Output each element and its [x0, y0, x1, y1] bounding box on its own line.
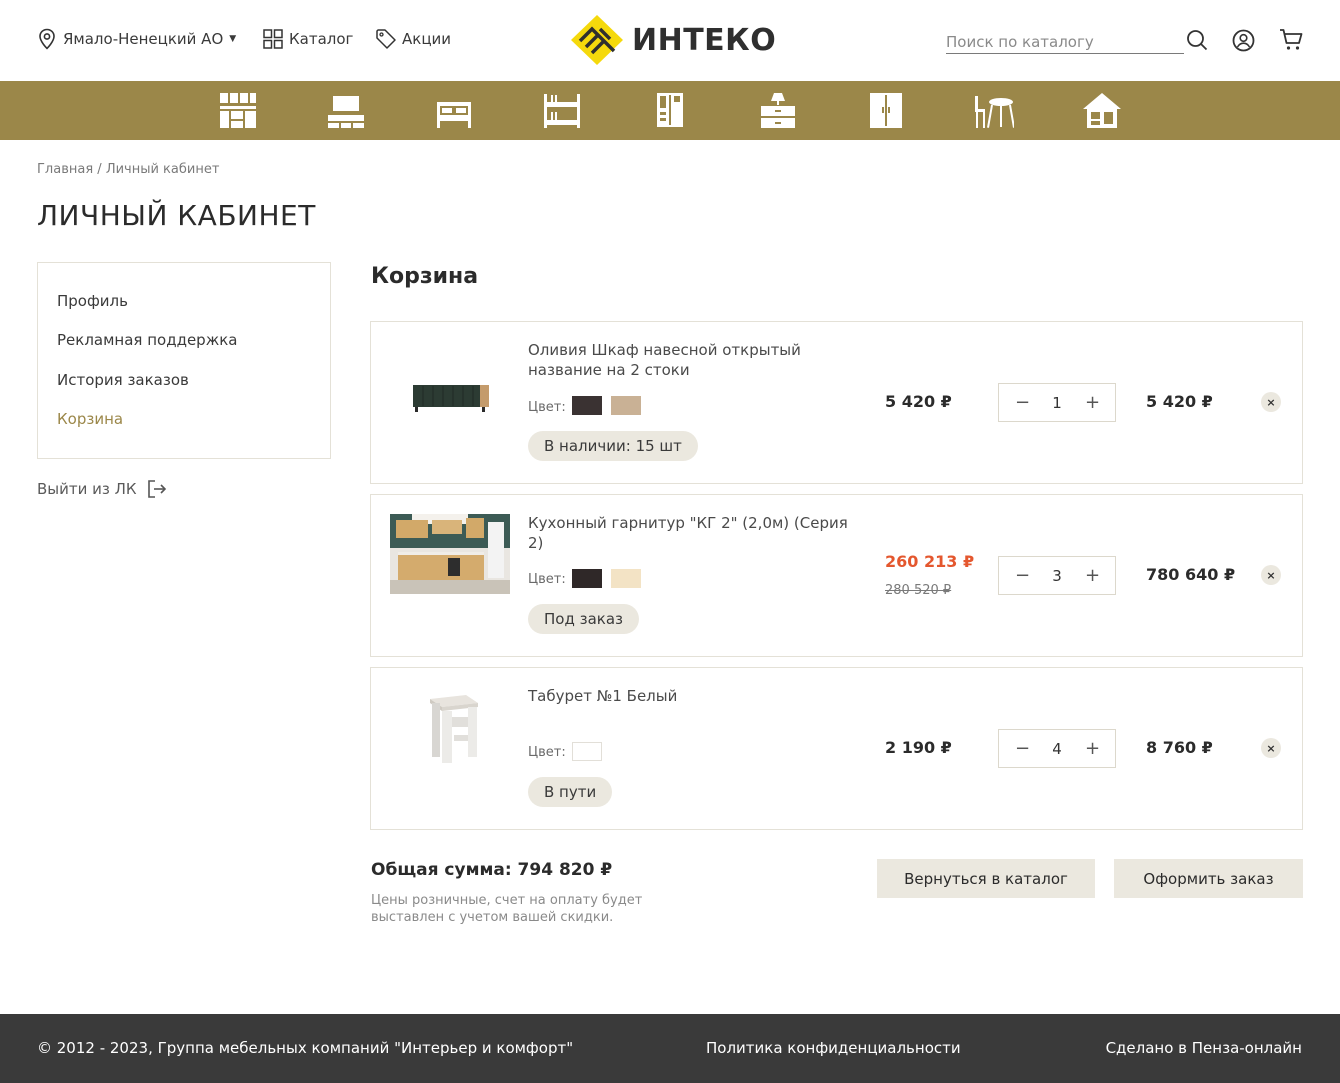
- page-title: ЛИЧНЫЙ КАБИНЕТ: [37, 199, 316, 232]
- privacy-policy-link[interactable]: Политика конфиденциальности: [706, 1039, 961, 1057]
- close-icon: ×: [1266, 741, 1276, 755]
- house-icon[interactable]: [1082, 92, 1122, 130]
- close-icon: ×: [1266, 568, 1276, 582]
- breadcrumb-current: Личный кабинет: [105, 162, 220, 177]
- color-swatch[interactable]: [611, 396, 641, 415]
- color-swatch[interactable]: [572, 742, 602, 761]
- checkout-button[interactable]: Оформить заказ: [1114, 859, 1303, 898]
- cart-item: Кухонный гарнитур "КГ 2" (2,0м) (Серия 2…: [370, 494, 1303, 657]
- color-swatch[interactable]: [572, 396, 602, 415]
- chevron-down-icon: ▼: [229, 34, 237, 44]
- old-price: 280 520 ₽: [885, 583, 952, 598]
- search-icon[interactable]: [1186, 29, 1208, 51]
- sidebar-item-cart[interactable]: Корзина: [57, 408, 330, 447]
- cart-item: Оливия Шкаф навесной открытый название н…: [370, 321, 1303, 484]
- product-name[interactable]: Оливия Шкаф навесной открытый название н…: [528, 340, 858, 380]
- region-selector[interactable]: Ямало-Ненецкий АО ▼: [37, 28, 236, 50]
- color-label: Цвет:: [528, 745, 566, 760]
- sale-price: 260 213 ₽: [885, 552, 975, 571]
- location-pin-icon: [39, 28, 55, 50]
- product-image[interactable]: [390, 360, 510, 440]
- breadcrumb: Главная / Личный кабинет: [37, 162, 219, 177]
- qty-decrease-button[interactable]: −: [1015, 392, 1030, 413]
- tv-stand-icon[interactable]: [326, 92, 366, 130]
- close-icon: ×: [1266, 395, 1276, 409]
- quantity-stepper: − 4 +: [998, 729, 1116, 768]
- qty-value[interactable]: 1: [1052, 394, 1062, 412]
- line-total: 5 420 ₽: [1146, 392, 1213, 411]
- table-chairs-icon[interactable]: [974, 92, 1014, 130]
- price-note: Цены розничные, счет на оплату будет выс…: [371, 893, 643, 925]
- sidebar-item-profile[interactable]: Профиль: [57, 290, 330, 329]
- qty-value[interactable]: 3: [1052, 567, 1062, 585]
- unit-price: 5 420 ₽: [885, 392, 952, 411]
- product-image[interactable]: [390, 687, 510, 767]
- promo-link[interactable]: Акции: [375, 28, 451, 50]
- qty-value[interactable]: 4: [1052, 740, 1062, 758]
- line-total: 8 760 ₽: [1146, 738, 1213, 757]
- user-icon[interactable]: [1232, 29, 1255, 52]
- bunk-bed-icon[interactable]: [542, 92, 582, 130]
- developer-link[interactable]: Сделано в Пенза-онлайн: [1106, 1039, 1302, 1057]
- qty-decrease-button[interactable]: −: [1015, 738, 1030, 759]
- kitchen-icon[interactable]: [218, 92, 258, 130]
- product-name[interactable]: Табурет №1 Белый: [528, 686, 858, 706]
- site-logo[interactable]: ИНТЕКО: [570, 14, 776, 66]
- logo-mark-icon: [571, 15, 623, 65]
- product-image[interactable]: [390, 514, 510, 594]
- site-header: Ямало-Ненецкий АО ▼ Каталог Акции ИНТЕКО: [0, 0, 1340, 81]
- breadcrumb-separator: /: [93, 162, 106, 177]
- qty-increase-button[interactable]: +: [1085, 392, 1100, 413]
- stock-status-badge: Под заказ: [528, 604, 639, 634]
- stock-status-badge: В пути: [528, 777, 613, 807]
- cart-title: Корзина: [371, 264, 479, 289]
- quantity-stepper: − 1 +: [998, 383, 1116, 422]
- logout-link[interactable]: Выйти из ЛК: [37, 479, 167, 499]
- wardrobe-icon[interactable]: [650, 92, 690, 130]
- sidebar-item-order-history[interactable]: История заказов: [57, 369, 330, 408]
- sidebar-item-ad-support[interactable]: Рекламная поддержка: [57, 329, 330, 368]
- cart-item: Табурет №1 Белый Цвет: В пути 2 190 ₽ − …: [370, 667, 1303, 830]
- footer-copyright: © 2012 - 2023, Группа мебельных компаний…: [37, 1039, 574, 1057]
- back-to-catalog-button[interactable]: Вернуться в каталог: [877, 859, 1095, 898]
- quantity-stepper: − 3 +: [998, 556, 1116, 595]
- logout-icon: [147, 480, 166, 498]
- promo-label: Акции: [402, 30, 452, 48]
- remove-item-button[interactable]: ×: [1261, 738, 1281, 758]
- tag-icon: [376, 29, 396, 49]
- cart-total-sum: Общая сумма: 794 820 ₽: [371, 860, 613, 880]
- logout-label: Выйти из ЛК: [37, 480, 137, 498]
- nightstand-icon[interactable]: [758, 92, 798, 130]
- color-label: Цвет:: [528, 400, 566, 415]
- line-total: 780 640 ₽: [1146, 565, 1236, 584]
- product-name[interactable]: Кухонный гарнитур "КГ 2" (2,0м) (Серия 2…: [528, 513, 858, 553]
- site-footer: © 2012 - 2023, Группа мебельных компаний…: [0, 1014, 1340, 1083]
- catalog-link[interactable]: Каталог: [262, 28, 353, 50]
- search-input[interactable]: [946, 30, 1184, 54]
- breadcrumb-home[interactable]: Главная: [37, 162, 93, 177]
- color-label: Цвет:: [528, 572, 566, 587]
- closet-icon[interactable]: [866, 92, 906, 130]
- category-bar: [0, 81, 1340, 140]
- qty-increase-button[interactable]: +: [1085, 738, 1100, 759]
- stock-status-badge: В наличии: 15 шт: [528, 431, 698, 461]
- region-label: Ямало-Ненецкий АО: [63, 30, 224, 48]
- qty-decrease-button[interactable]: −: [1015, 565, 1030, 586]
- grid-icon: [263, 29, 283, 49]
- cart-icon[interactable]: [1279, 28, 1304, 52]
- unit-price: 2 190 ₽: [885, 738, 952, 757]
- catalog-label: Каталог: [289, 30, 354, 48]
- color-swatch[interactable]: [572, 569, 602, 588]
- logo-text: ИНТЕКО: [632, 22, 777, 58]
- account-sidebar: Профиль Рекламная поддержка История зака…: [37, 262, 331, 459]
- remove-item-button[interactable]: ×: [1261, 392, 1281, 412]
- remove-item-button[interactable]: ×: [1261, 565, 1281, 585]
- color-swatch[interactable]: [611, 569, 641, 588]
- bed-icon[interactable]: [434, 92, 474, 130]
- qty-increase-button[interactable]: +: [1085, 565, 1100, 586]
